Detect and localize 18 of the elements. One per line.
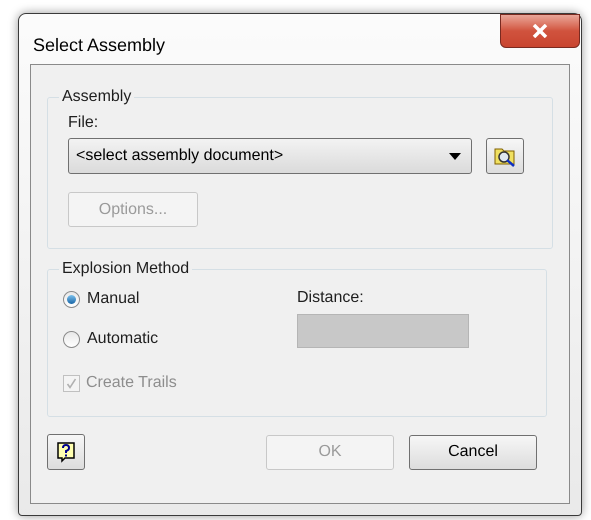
help-button[interactable] — [47, 434, 85, 470]
help-icon — [56, 441, 76, 463]
caret-icon — [449, 152, 461, 160]
radio-option[interactable]: Manual — [63, 287, 297, 311]
close-icon — [532, 24, 548, 38]
field-label: File: — [68, 113, 100, 133]
radio-button[interactable] — [63, 330, 80, 348]
dialog-button[interactable]: Cancel — [409, 434, 537, 470]
browse-button[interactable] — [486, 138, 524, 174]
close-button[interactable] — [500, 14, 580, 48]
group-title: Explosion Method — [61, 259, 190, 279]
file-dropdown[interactable]: <select assembly document> — [68, 138, 472, 174]
field-label: Distance: — [297, 288, 365, 308]
radio-button[interactable] — [63, 290, 80, 308]
group-title: Assembly — [61, 87, 132, 107]
window-title: Select Assembly — [33, 34, 166, 57]
check-icon — [66, 378, 77, 388]
radio-option[interactable]: Automatic — [63, 327, 297, 351]
